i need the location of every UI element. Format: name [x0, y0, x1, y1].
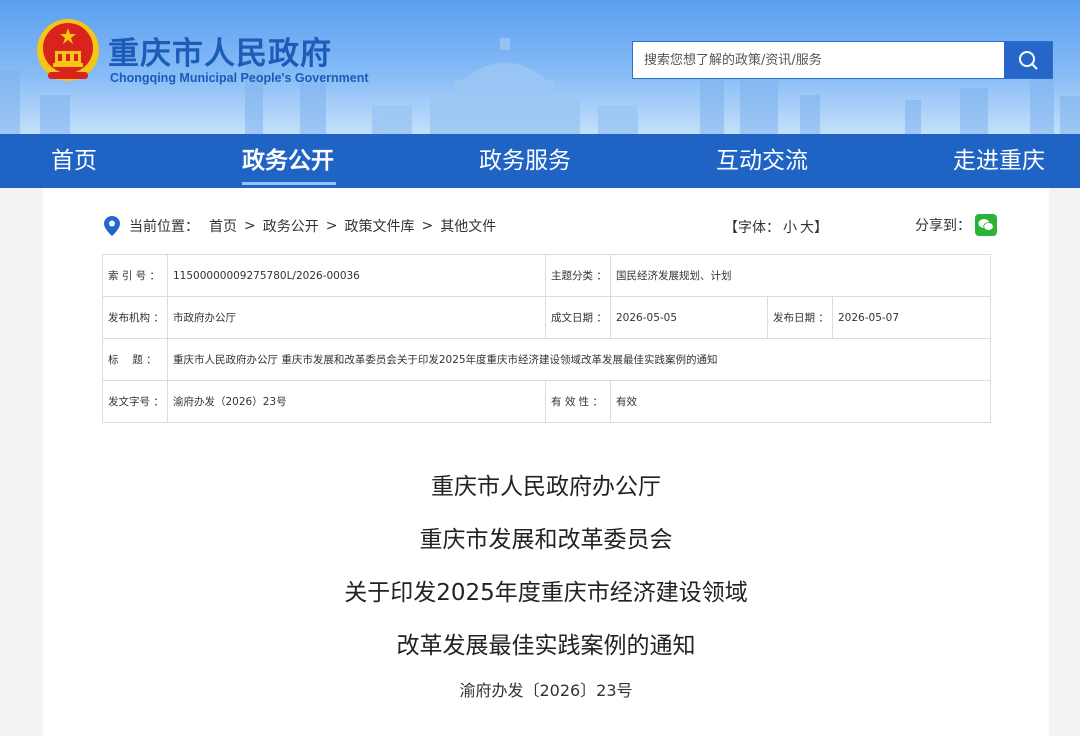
breadcrumb-label: 当前位置：	[129, 219, 199, 235]
font-size-bracket: 】	[814, 220, 828, 236]
document-number: 渝府办发〔2026〕23号	[459, 681, 633, 700]
search-input[interactable]	[633, 42, 993, 78]
topic-label: 主题分类 ：	[545, 254, 611, 297]
created-date-value: 2026-05-05	[610, 296, 768, 339]
breadcrumb: 当前位置： 首页 > 政务公开 > 政策文件库 > 其他文件	[104, 215, 496, 237]
font-size-label: 【字体：	[724, 220, 780, 236]
document-title-line: 改革发展最佳实践案例的通知	[396, 633, 696, 659]
table-row: 发布机构 ： 市政府办公厅 成文日期 ： 2026-05-05 发布日期 ： 2…	[102, 296, 991, 339]
search-icon	[1019, 51, 1038, 70]
site-header: 重庆市人民政府 Chongqing Municipal People's Gov…	[0, 0, 1080, 134]
site-subtitle: Chongqing Municipal People's Government	[110, 71, 369, 85]
breadcrumb-gov-affairs[interactable]: 政务公开	[263, 216, 319, 236]
nav-item-gov-affairs[interactable]: 政务公开	[242, 134, 334, 188]
validity-label: 有 效 性 ：	[545, 380, 611, 423]
table-row: 标 题 ： 重庆市人民政府办公厅 重庆市发展和改革委员会关于印发2025年度重庆…	[102, 338, 991, 381]
nav-item-home[interactable]: 首页	[51, 134, 97, 188]
site-title: 重庆市人民政府	[108, 36, 332, 72]
title-label: 标 题 ：	[102, 338, 168, 381]
location-pin-icon	[104, 216, 120, 236]
breadcrumb-other-files[interactable]: 其他文件	[440, 216, 496, 236]
document-title-line: 重庆市发展和改革委员会	[419, 527, 673, 553]
document-number-label: 发文字号 ：	[102, 380, 168, 423]
breadcrumb-separator: >	[421, 218, 434, 234]
published-date-value: 2026-05-07	[832, 296, 991, 339]
breadcrumb-separator: >	[244, 218, 256, 234]
nav-item-interaction[interactable]: 互动交流	[716, 134, 808, 188]
nav-active-indicator	[242, 182, 336, 185]
font-size-large-button[interactable]: 大	[800, 217, 814, 237]
issuer-label: 发布机构 ：	[102, 296, 168, 339]
breadcrumb-separator: >	[325, 218, 338, 234]
created-date-label: 成文日期 ：	[545, 296, 611, 339]
nav-item-about-chongqing[interactable]: 走进重庆	[953, 134, 1045, 188]
national-emblem-icon	[37, 19, 99, 81]
breadcrumb-policy-library[interactable]: 政策文件库	[344, 216, 414, 236]
document-number-value: 渝府办发（2026）23号	[167, 380, 546, 423]
breadcrumb-home[interactable]: 首页	[209, 216, 237, 236]
topic-value: 国民经济发展规划、计划	[610, 254, 991, 297]
document-metadata-table: 索 引 号 ： 11500000009275780L/2026-00036 主题…	[102, 254, 991, 423]
index-number-label: 索 引 号 ：	[102, 254, 168, 297]
main-nav: 首页 政务公开 政务服务 互动交流 走进重庆	[0, 134, 1080, 188]
table-row: 索 引 号 ： 11500000009275780L/2026-00036 主题…	[102, 254, 991, 297]
issuer-value: 市政府办公厅	[167, 296, 546, 339]
wechat-share-button[interactable]	[975, 214, 997, 236]
font-size-control: 【字体： 小 大 】	[724, 217, 828, 237]
document-title-line: 关于印发2025年度重庆市经济建设领域	[344, 580, 748, 606]
document-title-line: 重庆市人民政府办公厅	[431, 474, 661, 500]
published-date-label: 发布日期 ：	[767, 296, 833, 339]
title-value: 重庆市人民政府办公厅 重庆市发展和改革委员会关于印发2025年度重庆市经济建设领…	[167, 338, 991, 381]
share-label: 分享到：	[915, 218, 971, 234]
nav-item-services[interactable]: 政务服务	[479, 134, 571, 188]
wechat-icon	[978, 219, 994, 231]
share-control: 分享到：	[915, 214, 997, 236]
search-box	[632, 41, 1053, 79]
font-size-small-button[interactable]: 小	[783, 217, 797, 237]
validity-value: 有效	[610, 380, 991, 423]
table-row: 发文字号 ： 渝府办发（2026）23号 有 效 性 ： 有效	[102, 380, 991, 423]
search-button[interactable]	[1004, 42, 1052, 78]
index-number-value: 11500000009275780L/2026-00036	[167, 254, 546, 297]
